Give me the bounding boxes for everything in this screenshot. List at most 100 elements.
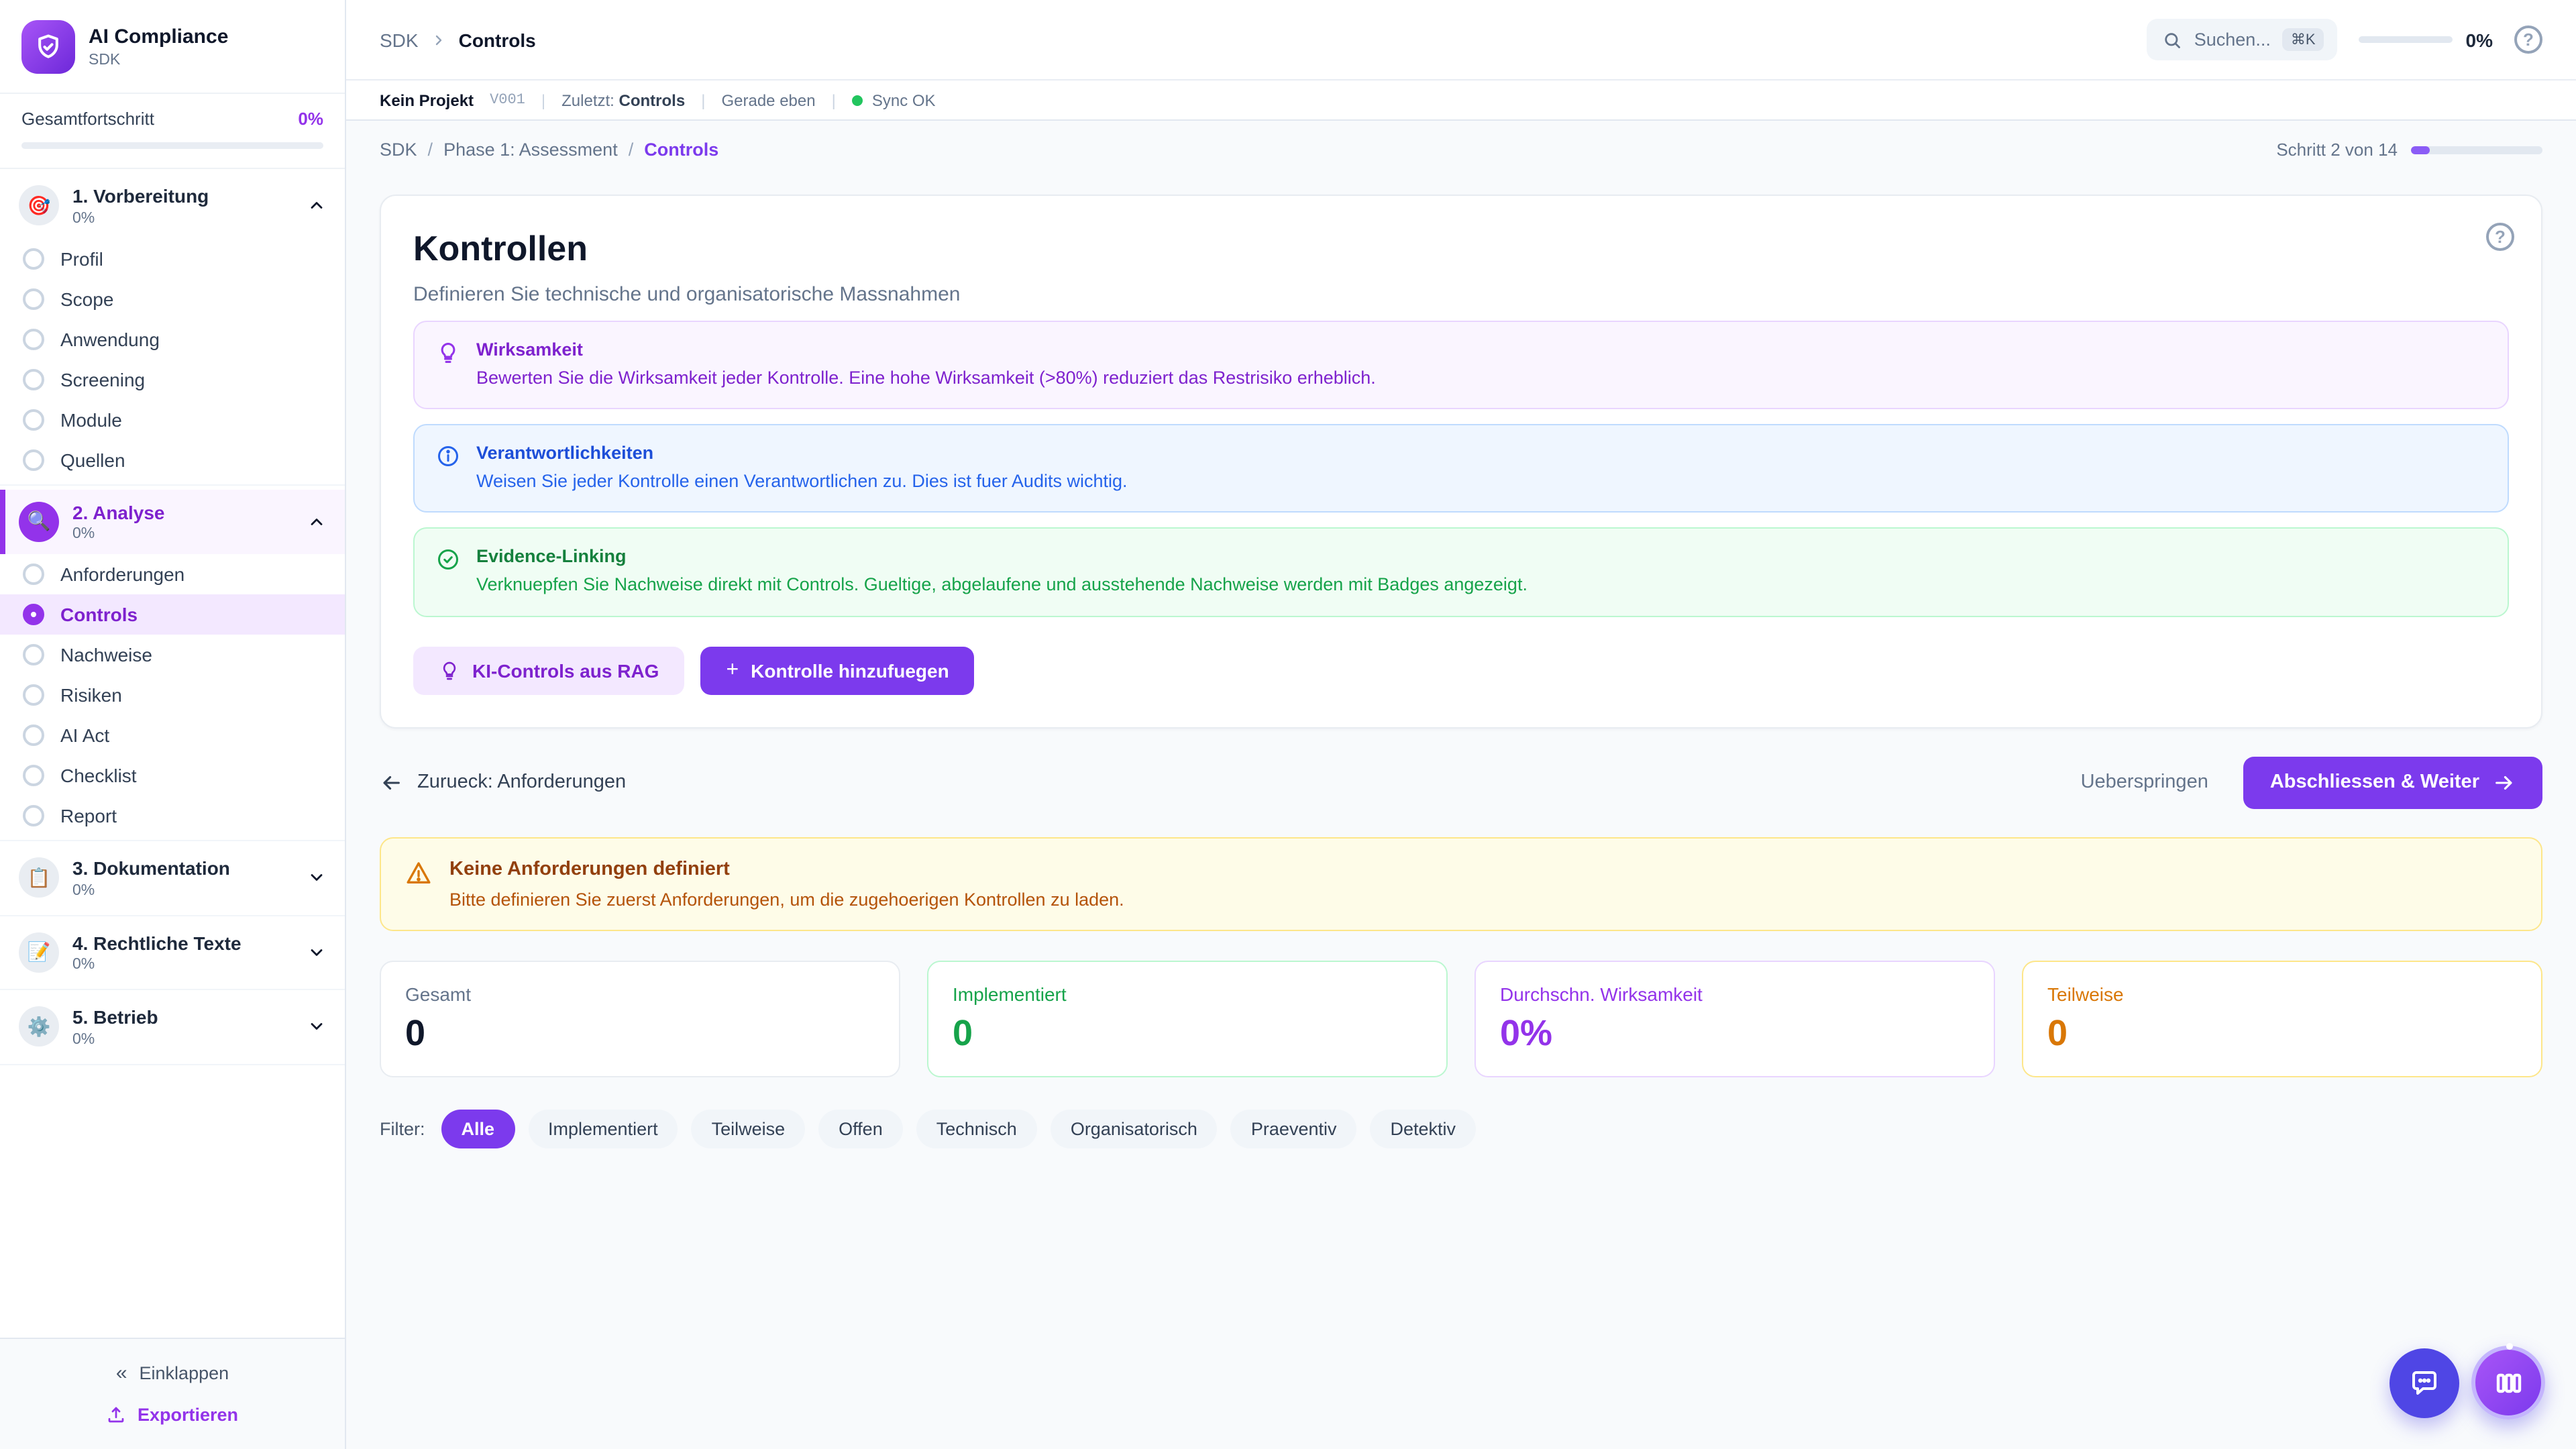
sidebar-footer: « Einklappen Exportieren — [0, 1338, 345, 1449]
chevron-right-icon — [431, 32, 447, 48]
warning-text: Bitte definieren Sie zuerst Anforderunge… — [449, 889, 1124, 909]
section-rechtliche-texte: 📝 4. Rechtliche Texte 0% — [0, 916, 345, 990]
overall-progress-bar — [21, 142, 323, 149]
section-vorbereitung: 🎯 1. Vorbereitung 0% Profil Scope Anwend… — [0, 169, 345, 485]
crumb-current: Controls — [644, 140, 718, 160]
stat-value: 0 — [405, 1012, 875, 1054]
project-name: Kein Projekt — [380, 91, 474, 109]
sidebar-item-controls[interactable]: Controls — [0, 594, 345, 635]
double-chevron-left-icon: « — [116, 1362, 127, 1385]
sidebar-item-label: Controls — [60, 604, 138, 625]
sidebar-item-ai-act[interactable]: AI Act — [0, 715, 345, 755]
section-header-analyse[interactable]: 🔍 2. Analyse 0% — [0, 489, 345, 554]
help-icon[interactable]: ? — [2486, 223, 2514, 251]
header-progress-value: 0% — [2466, 29, 2493, 50]
filter-label: Filter: — [380, 1118, 425, 1138]
section-header-dokumentation[interactable]: 📋 3. Dokumentation 0% — [0, 845, 345, 910]
section-pct: 0% — [72, 1031, 294, 1047]
filter-row: Filter: Alle Implementiert Teilweise Off… — [380, 1109, 2542, 1148]
radio-icon — [23, 684, 44, 706]
filter-chip-detektiv[interactable]: Detektiv — [1371, 1109, 1477, 1148]
sync-status-label: Sync OK — [872, 91, 936, 109]
sidebar-item-module[interactable]: Module — [0, 399, 345, 439]
filter-chip-implementiert[interactable]: Implementiert — [528, 1109, 678, 1148]
last-label: Zuletzt: — [561, 91, 614, 109]
radio-icon — [23, 248, 44, 269]
finish-next-button[interactable]: Abschliessen & Weiter — [2243, 756, 2542, 808]
filter-chip-offen[interactable]: Offen — [818, 1109, 903, 1148]
back-link[interactable]: Zurueck: Anforderungen — [380, 771, 626, 794]
section-label: 1. Vorbereitung — [72, 185, 294, 209]
stat-card-teilweise: Teilweise 0 — [2022, 960, 2542, 1077]
collapse-sidebar-button[interactable]: « Einklappen — [116, 1362, 229, 1385]
kanban-panel-button[interactable] — [2471, 1346, 2545, 1419]
stats-row: Gesamt 0 Implementiert 0 Durchschn. Wirk… — [380, 960, 2542, 1077]
sidebar-item-profil[interactable]: Profil — [0, 238, 345, 278]
sidebar-item-anwendung[interactable]: Anwendung — [0, 319, 345, 359]
clipboard-icon: 📋 — [19, 858, 59, 898]
version-badge: V001 — [490, 92, 525, 108]
lightbulb-icon — [436, 339, 460, 390]
add-control-button[interactable]: + Kontrolle hinzufuegen — [700, 646, 974, 694]
topbar: SDK Controls Suchen... ⌘K 0% ? — [346, 0, 2576, 79]
breadcrumb-root[interactable]: SDK — [380, 29, 419, 50]
help-icon[interactable]: ? — [2514, 25, 2542, 54]
radio-icon — [23, 449, 44, 470]
section-header-betrieb[interactable]: ⚙️ 5. Betrieb 0% — [0, 994, 345, 1059]
section-dokumentation: 📋 3. Dokumentation 0% — [0, 841, 345, 916]
overall-progress-value: 0% — [298, 109, 323, 129]
search-placeholder: Suchen... — [2194, 30, 2271, 50]
sidebar-item-nachweise[interactable]: Nachweise — [0, 635, 345, 675]
section-pct: 0% — [72, 957, 294, 973]
last-saved-time: Gerade eben — [721, 91, 815, 109]
ai-controls-button[interactable]: KI-Controls aus RAG — [413, 646, 684, 694]
sidebar-item-scope[interactable]: Scope — [0, 278, 345, 319]
chevron-up-icon — [307, 197, 326, 215]
skip-button[interactable]: Ueberspringen — [2081, 771, 2208, 793]
stat-card-wirksamkeit: Durchschn. Wirksamkeit 0% — [1474, 960, 1995, 1077]
header-progress-bar — [2359, 36, 2453, 43]
search-icon — [2163, 30, 2182, 49]
filter-chip-teilweise[interactable]: Teilweise — [692, 1109, 806, 1148]
section-pct: 0% — [72, 882, 294, 898]
sync-status-dot — [852, 95, 863, 105]
warning-banner: Keine Anforderungen definiert Bitte defi… — [380, 837, 2542, 930]
sidebar-item-checklist[interactable]: Checklist — [0, 755, 345, 796]
section-header-vorbereitung[interactable]: 🎯 1. Vorbereitung 0% — [0, 173, 345, 238]
radio-icon — [23, 368, 44, 390]
arrow-right-icon — [2493, 771, 2516, 794]
sidebar-item-report[interactable]: Report — [0, 796, 345, 836]
divider: | — [832, 91, 836, 109]
warning-title: Keine Anforderungen definiert — [449, 858, 1124, 879]
filter-chip-organisatorisch[interactable]: Organisatorisch — [1051, 1109, 1218, 1148]
radio-icon — [23, 409, 44, 430]
crumb-phase[interactable]: Phase 1: Assessment — [443, 140, 618, 160]
section-label: 4. Rechtliche Texte — [72, 932, 294, 955]
sidebar-item-quellen[interactable]: Quellen — [0, 439, 345, 480]
sidebar-item-anforderungen[interactable]: Anforderungen — [0, 554, 345, 594]
divider: / — [428, 140, 433, 160]
filter-chip-alle[interactable]: Alle — [441, 1109, 515, 1148]
sidebar-item-label: Risiken — [60, 684, 122, 706]
divider: | — [541, 91, 545, 109]
crumb-root[interactable]: SDK — [380, 140, 417, 160]
filter-chip-technisch[interactable]: Technisch — [916, 1109, 1037, 1148]
chat-button[interactable] — [2390, 1348, 2459, 1417]
info-box-verantwortlichkeiten: Verantwortlichkeiten Weisen Sie jeder Ko… — [413, 424, 2509, 513]
radio-icon — [23, 288, 44, 309]
arrow-left-icon — [380, 771, 402, 794]
shield-check-icon — [21, 20, 75, 74]
sidebar-item-label: Anforderungen — [60, 564, 184, 585]
radio-icon — [23, 724, 44, 746]
sidebar-item-label: Quellen — [60, 449, 125, 470]
filter-chip-praeventiv[interactable]: Praeventiv — [1231, 1109, 1357, 1148]
info-box-title: Wirksamkeit — [476, 339, 1376, 360]
section-header-rechtliche-texte[interactable]: 📝 4. Rechtliche Texte 0% — [0, 920, 345, 985]
sidebar-item-label: Anwendung — [60, 328, 160, 350]
section-label: 5. Betrieb — [72, 1006, 294, 1030]
sidebar-sections: 🎯 1. Vorbereitung 0% Profil Scope Anwend… — [0, 169, 345, 1338]
sidebar-item-screening[interactable]: Screening — [0, 359, 345, 399]
sidebar-item-risiken[interactable]: Risiken — [0, 675, 345, 715]
export-button[interactable]: Exportieren — [107, 1405, 238, 1425]
search-input[interactable]: Suchen... ⌘K — [2147, 19, 2337, 60]
